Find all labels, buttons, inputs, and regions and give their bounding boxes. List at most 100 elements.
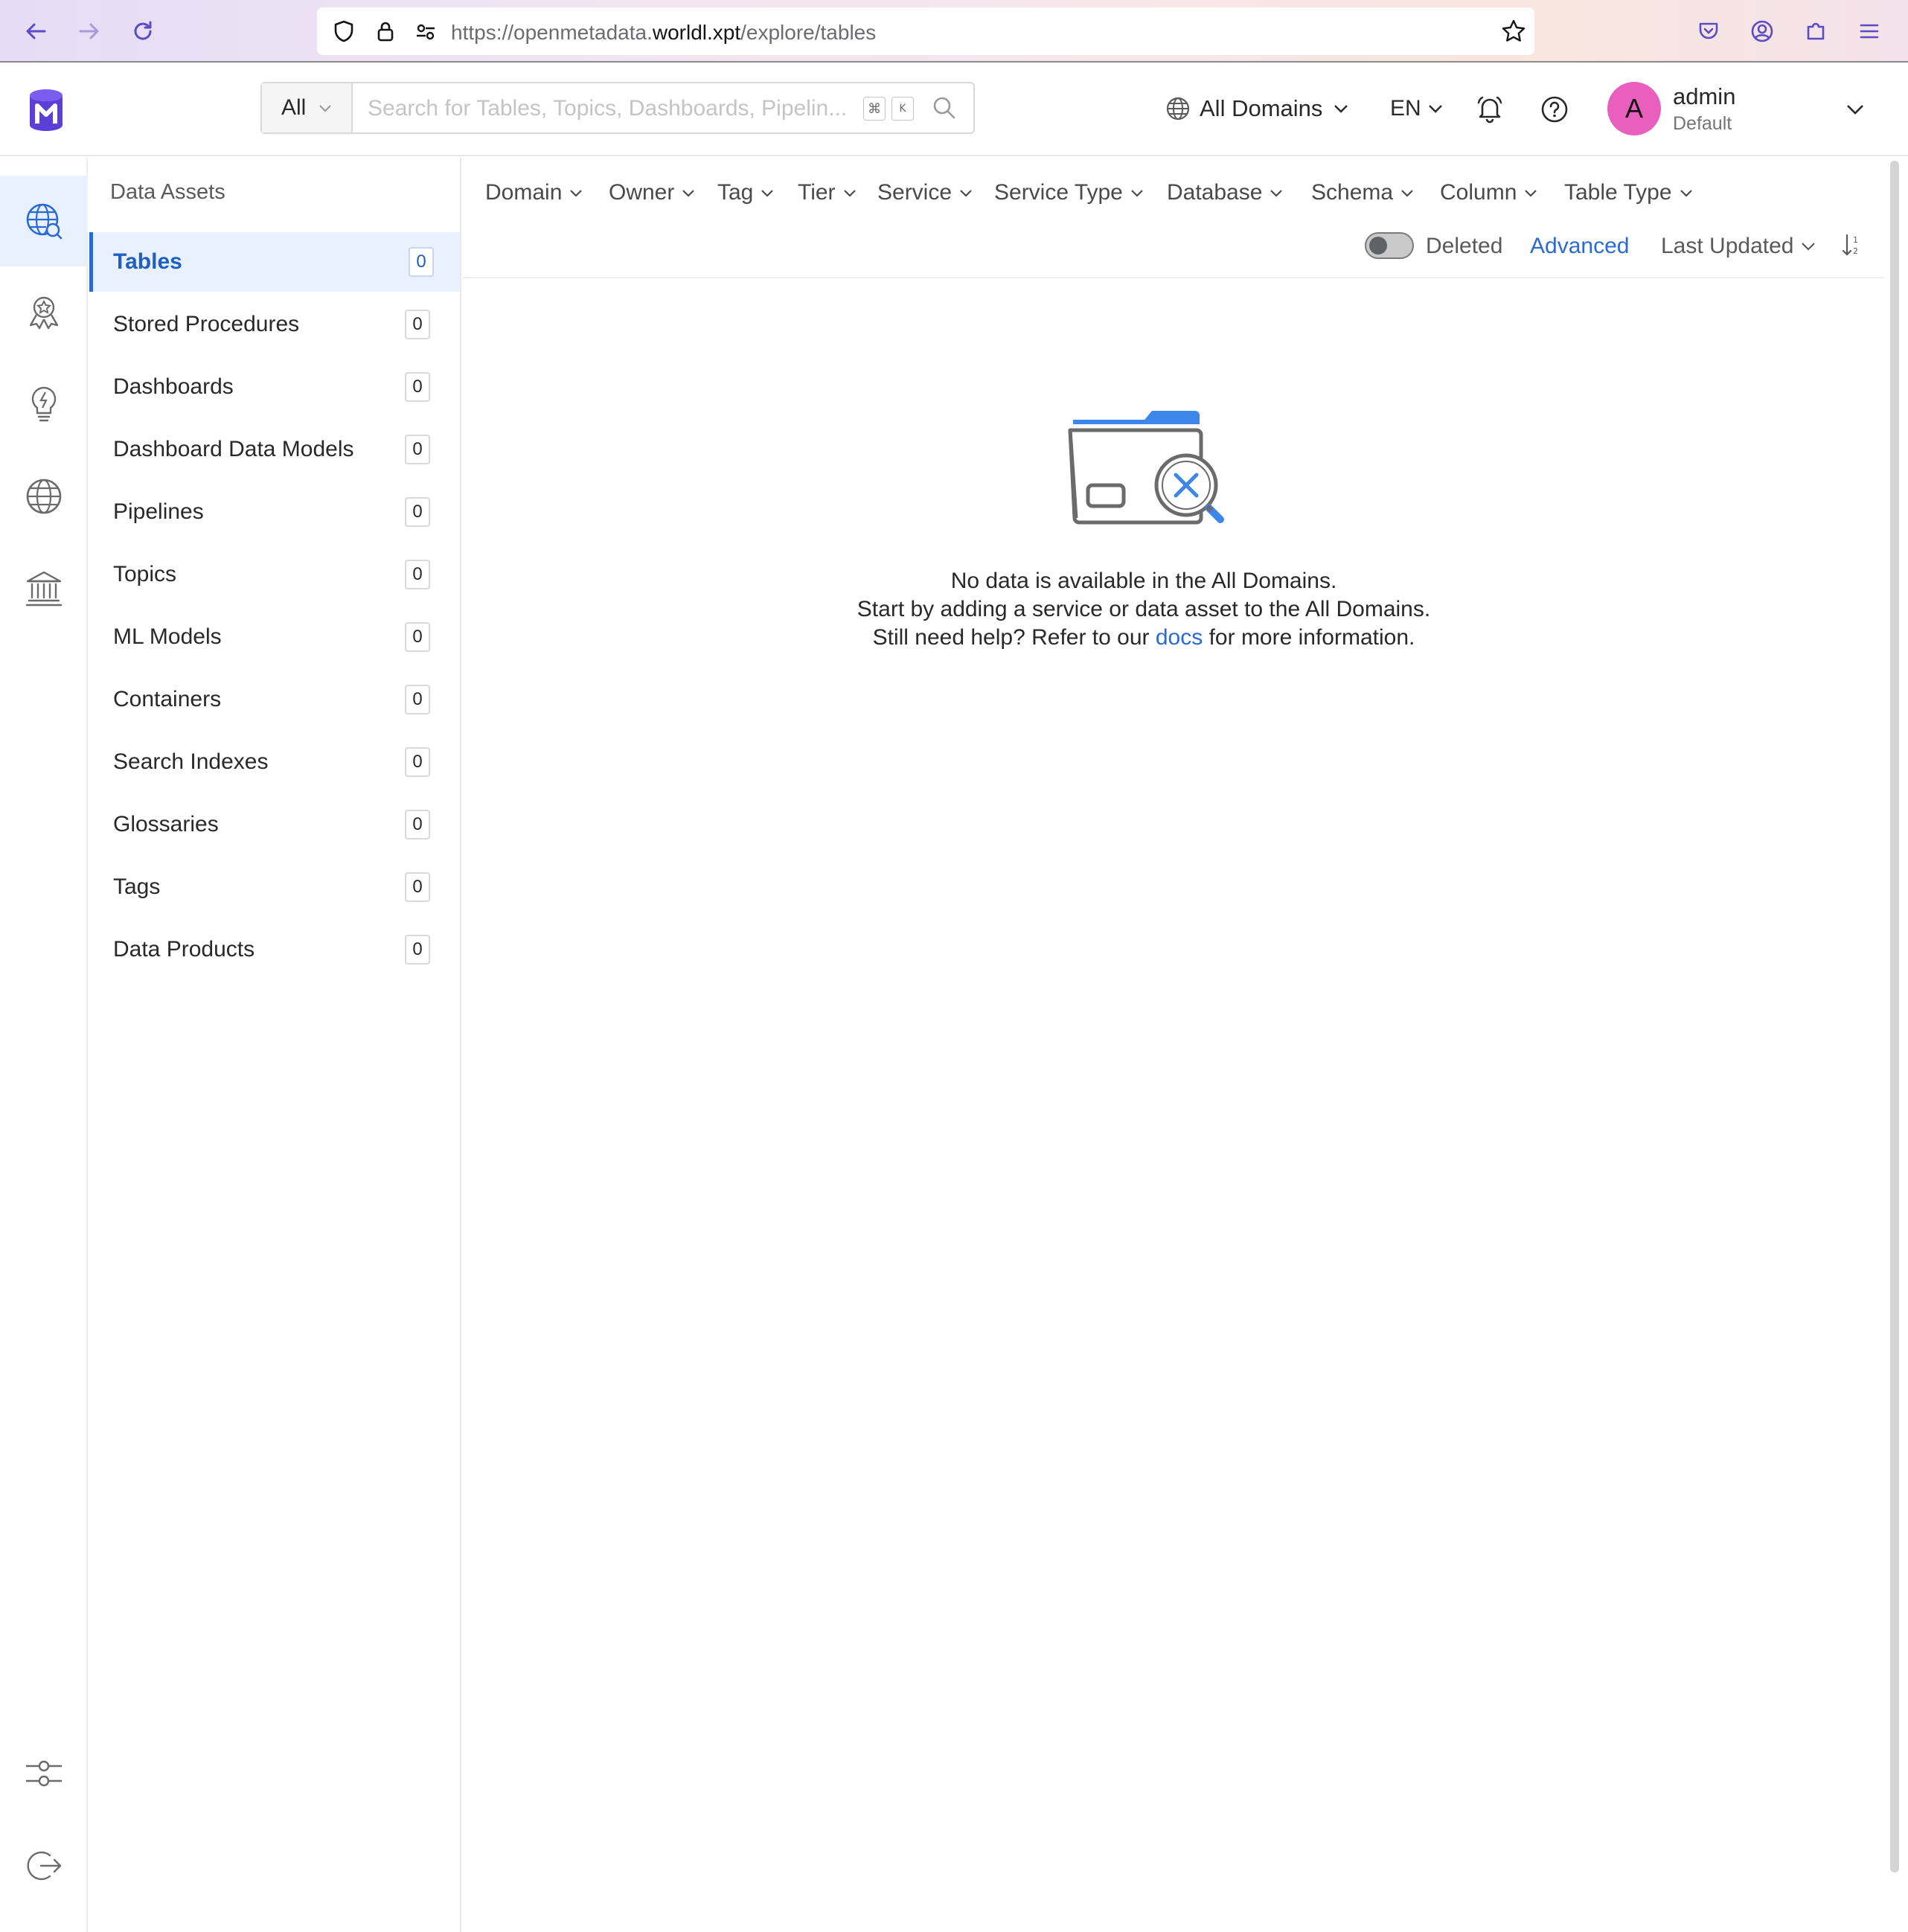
asset-label: Tables	[113, 249, 182, 274]
globe-icon	[1166, 97, 1190, 121]
asset-count-badge: 0	[405, 497, 430, 527]
search-scope-value: All	[281, 95, 307, 120]
chevron-down-icon	[1334, 105, 1348, 113]
asset-label: Dashboard Data Models	[113, 437, 354, 461]
asset-tab-search-indexes[interactable]: Search Indexes 0	[89, 732, 460, 792]
filter-service[interactable]: Service	[877, 180, 974, 205]
extensions-icon[interactable]	[1799, 15, 1832, 48]
back-button[interactable]	[18, 13, 54, 49]
help-icon[interactable]	[1540, 95, 1569, 127]
nav-insights[interactable]	[0, 359, 88, 450]
filter-tier[interactable]: Tier	[798, 180, 858, 205]
chevron-down-icon	[843, 190, 856, 197]
asset-tab-glossaries[interactable]: Glossaries 0	[89, 795, 460, 854]
asset-tab-tags[interactable]: Tags 0	[89, 857, 460, 917]
quality-icon	[29, 296, 59, 330]
menu-icon[interactable]	[1853, 15, 1886, 48]
address-bar[interactable]: https://openmetadata.worldl.xpt/explore/…	[317, 7, 1534, 55]
domain-selector[interactable]: All Domains	[1165, 92, 1351, 125]
search-icon[interactable]	[932, 95, 957, 124]
asset-count-badge: 0	[405, 435, 430, 464]
forward-button[interactable]	[71, 13, 107, 49]
deleted-toggle[interactable]	[1365, 232, 1414, 259]
browser-toolbar: https://openmetadata.worldl.xpt/explore/…	[0, 0, 1908, 63]
chevron-down-icon	[1680, 190, 1692, 197]
advanced-search-link[interactable]: Advanced	[1530, 234, 1629, 259]
chevron-down-icon	[1270, 190, 1283, 197]
domain-selector-label: All Domains	[1200, 95, 1323, 121]
chevron-down-icon	[1802, 243, 1816, 251]
pocket-icon[interactable]	[1692, 15, 1725, 48]
svg-text:1: 1	[1853, 235, 1858, 245]
search-input[interactable]	[368, 92, 859, 125]
chevron-down-icon	[319, 105, 331, 112]
asset-label: Containers	[113, 687, 222, 711]
language-selector[interactable]: EN	[1390, 92, 1445, 125]
filter-tag[interactable]: Tag	[717, 180, 775, 205]
asset-label: Dashboards	[113, 374, 234, 399]
asset-tab-stored-procedures[interactable]: Stored Procedures 0	[89, 295, 460, 354]
scrollbar-thumb[interactable]	[1890, 161, 1899, 1872]
asset-count-badge: 0	[405, 622, 430, 652]
shield-icon	[327, 15, 360, 48]
data-assets-title: Data Assets	[110, 180, 225, 204]
page-scrollbar[interactable]	[1887, 158, 1902, 1877]
nav-governance[interactable]	[0, 543, 88, 634]
arrow-left-icon	[26, 23, 46, 39]
docs-link[interactable]: docs	[1156, 625, 1203, 650]
filter-database[interactable]: Database	[1167, 180, 1284, 205]
nav-data-quality[interactable]	[0, 266, 88, 357]
asset-label: Data Products	[113, 937, 255, 962]
nav-settings[interactable]	[0, 1728, 88, 1819]
asset-tab-ml-models[interactable]: ML Models 0	[89, 607, 460, 667]
asset-count-badge: 0	[405, 310, 430, 339]
filter-domain[interactable]: Domain	[485, 180, 584, 205]
asset-count-badge: 0	[405, 935, 430, 965]
language-label: EN	[1390, 96, 1421, 121]
permissions-icon[interactable]	[409, 15, 442, 48]
empty-line-1: No data is available in the All Domains.	[950, 569, 1337, 593]
asset-count-badge: 0	[405, 872, 430, 902]
sort-field-select[interactable]: Last Updated	[1661, 234, 1817, 259]
asset-label: Glossaries	[113, 812, 219, 837]
filter-label: Column	[1440, 180, 1517, 205]
nav-logout[interactable]	[0, 1820, 88, 1911]
asset-tab-data-products[interactable]: Data Products 0	[89, 920, 460, 979]
asset-label: Pipelines	[113, 499, 204, 524]
notification-bell-icon[interactable]	[1475, 94, 1505, 127]
user-role: Default	[1673, 113, 1732, 134]
user-menu-chevron-down-icon[interactable]	[1844, 98, 1866, 124]
asset-tab-dashboard-data-models[interactable]: Dashboard Data Models 0	[89, 420, 460, 479]
settings-icon	[26, 1760, 62, 1787]
nav-domains[interactable]	[0, 451, 88, 542]
filter-owner[interactable]: Owner	[609, 180, 697, 205]
nav-explore[interactable]	[0, 176, 88, 266]
openmetadata-logo-icon[interactable]	[22, 86, 70, 134]
asset-tab-pipelines[interactable]: Pipelines 0	[89, 482, 460, 542]
empty-state-message: No data is available in the All Domains.…	[463, 567, 1825, 652]
logout-icon	[27, 1851, 62, 1881]
asset-tab-containers[interactable]: Containers 0	[89, 670, 460, 729]
arrow-right-icon	[79, 23, 99, 39]
avatar[interactable]: A	[1607, 82, 1661, 135]
filter-label: Tag	[717, 180, 754, 205]
search-scope-select[interactable]: All	[262, 83, 353, 132]
bookmark-star-icon[interactable]	[1497, 15, 1530, 48]
lock-icon	[369, 15, 402, 48]
asset-tab-topics[interactable]: Topics 0	[89, 545, 460, 604]
data-assets-panel: Data Assets Tables 0 Stored Procedures 0…	[89, 158, 461, 1932]
explore-icon	[26, 203, 63, 240]
filter-table-type[interactable]: Table Type	[1564, 180, 1694, 205]
deleted-label: Deleted	[1426, 234, 1503, 258]
filter-label: Schema	[1311, 180, 1394, 205]
app-header: All ⌘ K All Domains EN A admin Default	[0, 64, 1908, 156]
filter-service-type[interactable]: Service Type	[994, 180, 1145, 205]
asset-tab-tables[interactable]: Tables 0	[89, 232, 460, 292]
asset-tab-dashboards[interactable]: Dashboards 0	[89, 357, 460, 417]
filter-column[interactable]: Column	[1440, 180, 1539, 205]
chevron-down-icon	[960, 190, 972, 197]
account-icon[interactable]	[1746, 15, 1779, 48]
filter-schema[interactable]: Schema	[1311, 180, 1415, 205]
reload-button[interactable]	[125, 13, 161, 49]
sort-order-icon[interactable]: 12	[1841, 232, 1863, 261]
